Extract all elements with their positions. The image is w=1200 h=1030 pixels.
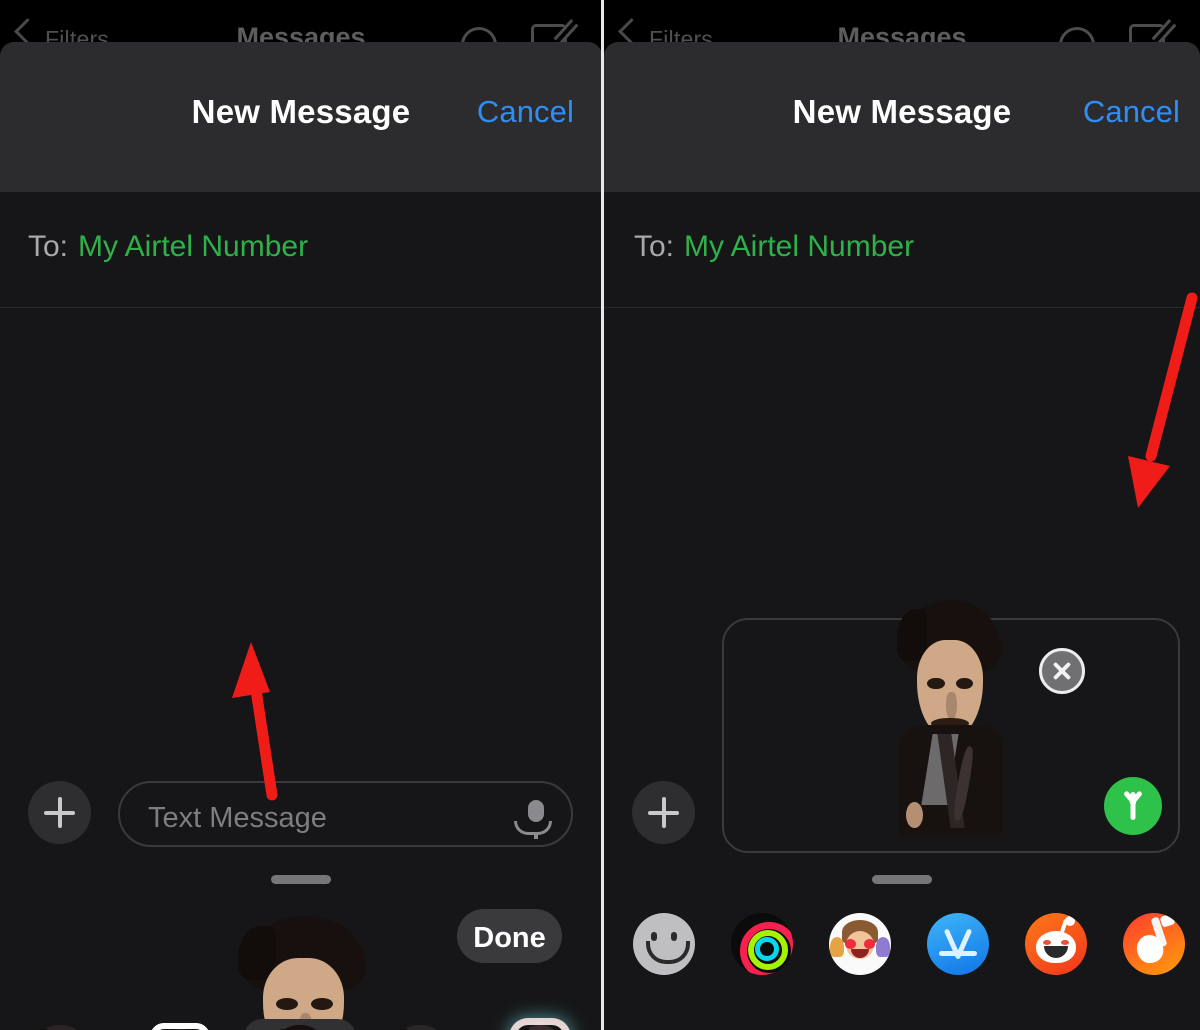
emoji-app-icon[interactable] (633, 913, 695, 975)
left-phone-panel: Filters Messages New Message Cancel To: … (0, 0, 602, 1030)
style-option-puffy[interactable]: Puffy (364, 1019, 476, 1030)
recipient-chip[interactable]: My Airtel Number (684, 230, 914, 264)
style-option-shiny[interactable]: Shiny (484, 1019, 596, 1030)
microphone-stand-icon (514, 821, 552, 835)
sticker-attachment[interactable] (892, 600, 1010, 835)
style-thumb-outline (150, 1023, 210, 1030)
sticker-preview[interactable] (232, 916, 378, 1030)
text-message-input[interactable]: Text Message (118, 781, 573, 847)
imessage-app-row (604, 913, 1200, 979)
close-icon[interactable] (1039, 648, 1085, 694)
screenshot-stage: Filters Messages New Message Cancel To: … (0, 0, 1200, 1030)
message-bubble-with-attachment[interactable] (722, 600, 1180, 853)
reddit-app-icon[interactable] (1025, 913, 1087, 975)
sheet-header: New Message Cancel (0, 42, 602, 192)
recipient-row[interactable]: To: My Airtel Number (0, 192, 602, 308)
cancel-button[interactable]: Cancel (1083, 94, 1180, 130)
style-thumb-original (32, 1025, 88, 1030)
fitness-app-icon[interactable] (731, 913, 793, 975)
send-arrow-up-icon (1130, 792, 1136, 820)
style-thumb-comic (272, 1025, 328, 1030)
music-app-icon[interactable] (1123, 913, 1185, 975)
to-label: To: (28, 230, 69, 263)
sticker-style-picker: Original Outline (0, 1019, 602, 1030)
style-thumb-shiny (516, 1025, 564, 1030)
recipient-row[interactable]: To: My Airtel Number (604, 192, 1200, 308)
style-option-outline[interactable]: Outline (124, 1019, 236, 1030)
microphone-base-icon (534, 832, 538, 839)
drag-handle-icon[interactable] (872, 875, 932, 884)
plus-icon[interactable] (28, 781, 91, 844)
recipient-chip[interactable]: My Airtel Number (78, 230, 308, 264)
compose-body: Text Message Done (0, 308, 602, 1030)
style-option-comic[interactable]: Comic (244, 1019, 356, 1030)
sheet-header: New Message Cancel (604, 42, 1200, 192)
cancel-button[interactable]: Cancel (477, 94, 574, 130)
compose-body (604, 308, 1200, 1030)
new-message-sheet: New Message Cancel To: My Airtel Number (604, 42, 1200, 1030)
drag-handle-icon[interactable] (271, 875, 331, 884)
new-message-sheet: New Message Cancel To: My Airtel Number … (0, 42, 602, 1030)
app-store-icon[interactable] (927, 913, 989, 975)
right-phone-panel: Filters Messages New Message Cancel To: … (604, 0, 1200, 1030)
panel-divider (601, 0, 604, 1030)
to-label: To: (634, 230, 675, 263)
style-option-original[interactable]: Original (4, 1019, 116, 1030)
style-thumb-selected-bg (244, 1019, 356, 1030)
plus-icon[interactable] (632, 781, 695, 844)
microphone-icon[interactable] (528, 800, 544, 822)
style-thumb-puffy (392, 1025, 448, 1030)
memoji-app-icon[interactable] (829, 913, 891, 975)
done-button-label: Done (473, 922, 546, 954)
done-button[interactable]: Done (457, 909, 562, 963)
text-message-placeholder: Text Message (148, 802, 327, 834)
send-button[interactable] (1104, 777, 1162, 835)
